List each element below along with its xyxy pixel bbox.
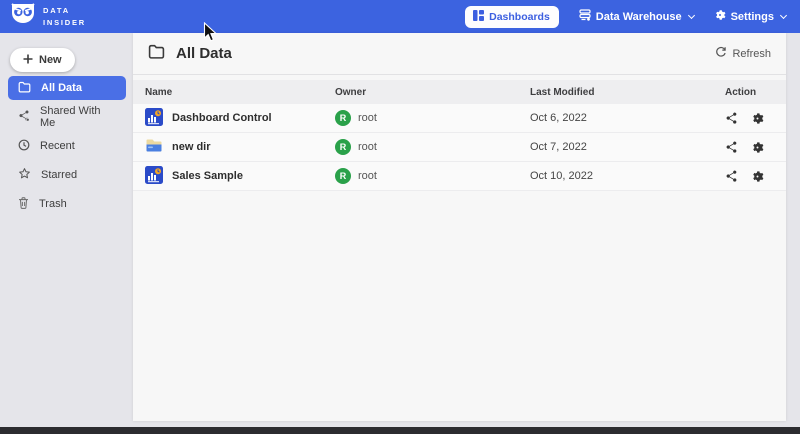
- sidebar-item-trash[interactable]: Trash: [8, 192, 126, 216]
- file-name: new dir: [172, 141, 211, 153]
- share-icon: [18, 110, 30, 125]
- sidebar: New All Data Shared With Me Recent Star: [0, 33, 133, 427]
- row-settings-button[interactable]: [751, 141, 764, 154]
- sidebar-item-starred[interactable]: Starred: [8, 163, 126, 187]
- file-name: Dashboard Control: [172, 112, 272, 124]
- folder-file-icon: [145, 137, 163, 158]
- folder-icon: [148, 44, 165, 64]
- page-title: All Data: [176, 45, 232, 62]
- settings-label: Settings: [731, 11, 774, 23]
- app-logo: DATA INSIDER: [10, 3, 86, 30]
- new-button[interactable]: New: [10, 48, 75, 72]
- new-button-label: New: [39, 54, 62, 66]
- last-modified-cell: Oct 7, 2022: [530, 141, 725, 153]
- table-row[interactable]: Dashboard Control R root Oct 6, 2022: [133, 104, 786, 133]
- clock-icon: [18, 139, 30, 154]
- file-name: Sales Sample: [172, 170, 243, 182]
- sidebar-item-label: Shared With Me: [40, 105, 116, 129]
- column-header-action: Action: [725, 87, 786, 98]
- content-header: All Data Refresh: [133, 33, 786, 75]
- row-settings-button[interactable]: [751, 112, 764, 125]
- table-row[interactable]: Sales Sample R root Oct 10, 2022: [133, 162, 786, 191]
- column-header-name: Name: [145, 87, 335, 98]
- share-button[interactable]: [725, 141, 738, 154]
- top-header-bar: DATA INSIDER Dashboards: [0, 0, 800, 33]
- action-cell: [725, 141, 786, 154]
- action-cell: [725, 170, 786, 183]
- name-cell: new dir: [145, 137, 335, 158]
- column-header-last-modified: Last Modified: [530, 87, 725, 98]
- sidebar-item-shared-with-me[interactable]: Shared With Me: [8, 105, 126, 129]
- refresh-button[interactable]: Refresh: [715, 46, 771, 61]
- trash-icon: [18, 197, 29, 212]
- settings-menu[interactable]: Settings: [714, 9, 786, 24]
- dashboard-file-icon: [145, 166, 163, 187]
- row-settings-button[interactable]: [751, 170, 764, 183]
- action-cell: [725, 112, 786, 125]
- star-icon: [18, 167, 31, 183]
- owner-avatar: R: [335, 168, 351, 184]
- sidebar-menu: All Data Shared With Me Recent Starred T: [8, 76, 126, 221]
- share-button[interactable]: [725, 170, 738, 183]
- owner-name: root: [358, 170, 377, 182]
- dashboard-icon: [473, 10, 484, 24]
- refresh-icon: [715, 46, 727, 61]
- sidebar-item-label: Recent: [40, 140, 75, 152]
- last-modified-cell: Oct 10, 2022: [530, 170, 725, 182]
- owner-cell: R root: [335, 110, 530, 126]
- table-row[interactable]: new dir R root Oct 7, 2022: [133, 133, 786, 162]
- data-warehouse-menu[interactable]: Data Warehouse: [579, 9, 694, 24]
- dashboard-file-icon: [145, 108, 163, 129]
- owl-logo-icon: [10, 3, 36, 30]
- dashboards-button[interactable]: Dashboards: [465, 6, 559, 28]
- owner-name: root: [358, 141, 377, 153]
- content-panel: All Data Refresh Name Owner Last Modifie…: [133, 33, 786, 421]
- chevron-down-icon: [688, 11, 695, 18]
- column-header-owner: Owner: [335, 87, 530, 98]
- window-bottom-edge: [0, 427, 800, 434]
- owner-avatar: R: [335, 139, 351, 155]
- database-icon: [579, 9, 591, 24]
- sidebar-item-label: All Data: [41, 82, 82, 94]
- owner-cell: R root: [335, 168, 530, 184]
- gear-icon: [714, 9, 726, 24]
- sidebar-item-recent[interactable]: Recent: [8, 134, 126, 158]
- dashboards-button-label: Dashboards: [489, 11, 550, 23]
- owner-cell: R root: [335, 139, 530, 155]
- plus-icon: [23, 54, 33, 67]
- sidebar-item-label: Starred: [41, 169, 77, 181]
- owner-avatar: R: [335, 110, 351, 126]
- sidebar-item-all-data[interactable]: All Data: [8, 76, 126, 100]
- table-header-row: Name Owner Last Modified Action: [133, 80, 786, 104]
- last-modified-cell: Oct 6, 2022: [530, 112, 725, 124]
- chevron-down-icon: [780, 11, 787, 18]
- app-name: DATA INSIDER: [43, 5, 86, 28]
- sidebar-item-label: Trash: [39, 198, 67, 210]
- name-cell: Sales Sample: [145, 166, 335, 187]
- data-warehouse-label: Data Warehouse: [596, 11, 682, 23]
- refresh-label: Refresh: [732, 48, 771, 60]
- folder-icon: [18, 81, 31, 96]
- owner-name: root: [358, 112, 377, 124]
- top-navigation: Dashboards Data Warehouse Set: [465, 6, 786, 28]
- share-button[interactable]: [725, 112, 738, 125]
- name-cell: Dashboard Control: [145, 108, 335, 129]
